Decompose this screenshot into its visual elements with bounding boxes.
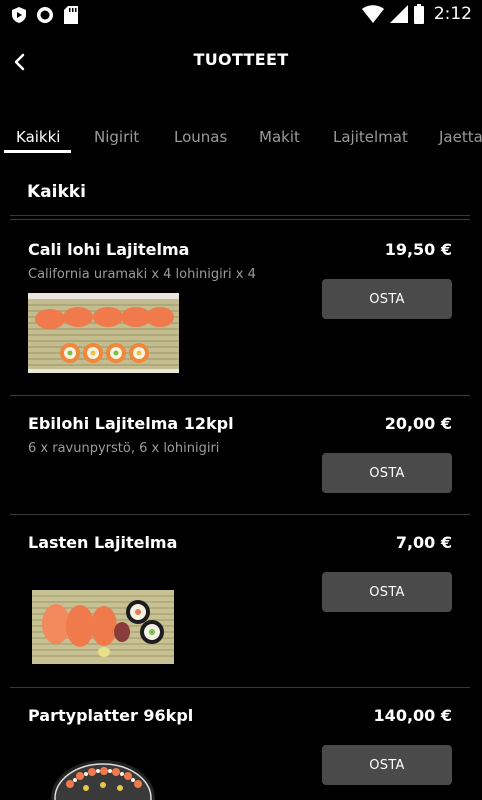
section-divider [10,215,470,216]
product-description: California uramaki x 4 lohinigiri x 4 [28,267,256,282]
sd-card-icon [64,6,78,24]
product-description: 6 x ravunpyrstö, 6 x lohinigiri [28,441,220,456]
tab-kaikki[interactable]: Kaikki [16,128,60,146]
product-card[interactable]: Cali lohi Lajitelma 19,50 € California u… [0,220,482,395]
section-title: Kaikki [27,182,86,202]
status-time: 2:12 [433,4,472,24]
buy-button[interactable]: OSTA [322,572,452,612]
product-name: Partyplatter 96kpl [28,706,194,725]
status-bar: 2:12 [0,0,482,30]
tab-lajitelmat[interactable]: Lajitelmat [333,128,408,146]
product-price: 20,00 € [384,414,452,433]
battery-icon [413,4,424,24]
wifi-icon [361,5,384,23]
product-name: Cali lohi Lajitelma [28,240,190,259]
sushi-platter-image [30,588,176,666]
product-card[interactable]: Ebilohi Lajitelma 12kpl 20,00 € 6 x ravu… [0,396,482,514]
app-bar: TUOTTEET [0,40,482,84]
tab-jaettavat[interactable]: Jaettavat [439,128,482,146]
tab-lounas[interactable]: Lounas [174,128,227,146]
product-card[interactable]: Partyplatter 96kpl 140,00 € OSTA [0,688,482,800]
shield-icon [12,7,26,23]
signal-icon [389,5,408,23]
product-price: 140,00 € [373,706,452,725]
sushi-platter-image [28,293,179,373]
buy-button[interactable]: OSTA [322,279,452,319]
buy-button[interactable]: OSTA [322,745,452,785]
record-icon [37,7,53,23]
product-price: 7,00 € [395,533,452,552]
tab-makit[interactable]: Makit [259,128,300,146]
product-name: Ebilohi Lajitelma 12kpl [28,414,234,433]
product-name: Lasten Lajitelma [28,533,178,552]
tab-nigirit[interactable]: Nigirit [94,128,139,146]
product-price: 19,50 € [384,240,452,259]
category-tabs: Kaikki Nigirit Lounas Makit Lajitelmat J… [0,118,482,156]
buy-button[interactable]: OSTA [322,453,452,493]
party-platter-image [51,760,155,800]
product-card[interactable]: Lasten Lajitelma 7,00 € OSTA [0,515,482,687]
page-title: TUOTTEET [193,50,289,69]
active-tab-indicator [4,150,71,153]
